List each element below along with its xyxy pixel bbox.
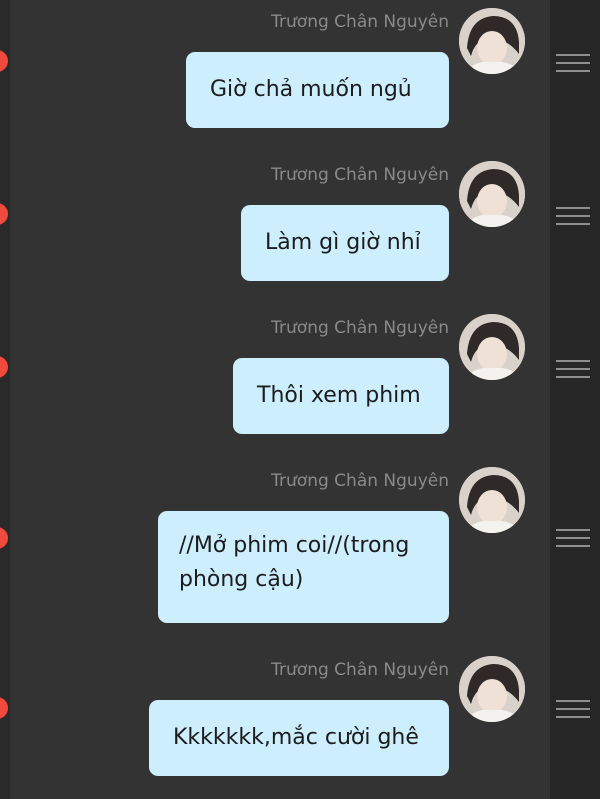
drag-handle-icon[interactable] — [556, 529, 590, 547]
drag-handle-icon[interactable] — [556, 360, 590, 378]
avatar[interactable] — [459, 467, 525, 533]
drag-handle-icon[interactable] — [556, 54, 590, 72]
message-bubble[interactable]: Thôi xem phim — [233, 358, 449, 434]
drag-handle-icon[interactable] — [556, 207, 590, 225]
avatar[interactable] — [459, 656, 525, 722]
avatar[interactable] — [459, 314, 525, 380]
avatar-photo-icon — [459, 8, 525, 74]
avatar-photo-icon — [459, 467, 525, 533]
right-rail — [550, 0, 600, 799]
message-bubble[interactable]: Làm gì giờ nhỉ — [241, 205, 449, 281]
avatar-photo-icon — [459, 314, 525, 380]
left-strip — [0, 0, 10, 799]
message-bubble[interactable]: //Mở phim coi//(trong phòng cậu) — [158, 511, 449, 623]
sender-name: Trương Chân Nguyên — [271, 12, 449, 32]
sender-name: Trương Chân Nguyên — [271, 165, 449, 185]
avatar[interactable] — [459, 161, 525, 227]
avatar[interactable] — [459, 8, 525, 74]
sender-name: Trương Chân Nguyên — [271, 318, 449, 338]
message-bubble[interactable]: Giờ chả muốn ngủ — [186, 52, 449, 128]
drag-handle-icon[interactable] — [556, 700, 590, 718]
sender-name: Trương Chân Nguyên — [271, 660, 449, 680]
sender-name: Trương Chân Nguyên — [271, 471, 449, 491]
message-bubble[interactable]: Kkkkkkk,mắc cười ghê — [149, 700, 449, 776]
avatar-photo-icon — [459, 161, 525, 227]
avatar-photo-icon — [459, 656, 525, 722]
